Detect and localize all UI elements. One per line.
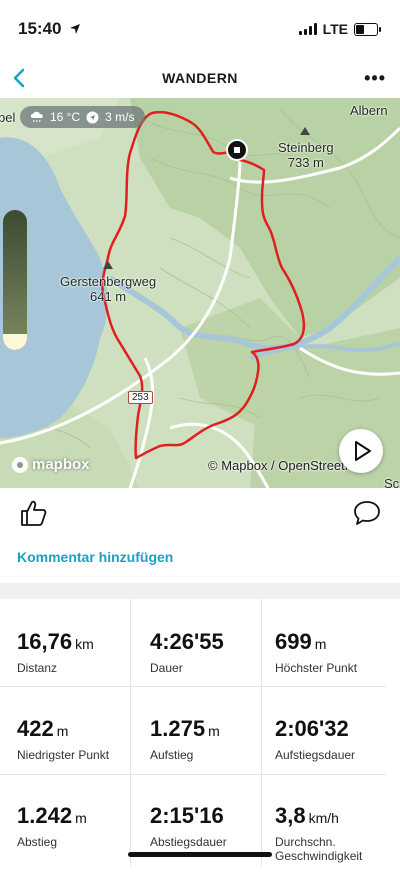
stat-label: Höchster Punkt (275, 661, 358, 675)
stat-number: 1.275 (150, 716, 206, 741)
signal-icon (298, 23, 317, 35)
stat-label: Aufstieg (150, 748, 194, 762)
section-divider (0, 583, 400, 599)
map-label-albern: Albern (350, 103, 388, 118)
mapbox-logo-icon (12, 456, 28, 473)
stat-unit: m (208, 723, 220, 739)
stat-value: 2:06'32 (275, 716, 395, 742)
stat-lowest-point: 422 m Niedrigster Punkt (17, 716, 137, 804)
action-row (0, 488, 400, 536)
status-bar: 15:40 LTE (0, 0, 400, 58)
stat-value: 2:15'16 (150, 803, 270, 829)
stat-unit: km (75, 636, 94, 652)
stat-unit: m (314, 636, 327, 652)
play-icon (355, 441, 371, 461)
stat-value: 422 m (17, 716, 137, 742)
stat-descent-duration: 2:15'16 Abstiegsdauer (150, 803, 270, 891)
stat-unit: km/h (308, 810, 339, 826)
stat-value: 1.275 m (150, 716, 270, 742)
wind-direction-icon (86, 111, 99, 123)
stat-label: Distanz (17, 661, 58, 675)
status-time: 15:40 (18, 19, 81, 39)
stats-grid: 16,76 km Distanz 4:26'55 Dauer 699 m Höchs… (0, 599, 400, 866)
stat-label: Abstiegsdauer (150, 835, 227, 849)
stat-number: 4:26'55 (150, 629, 224, 654)
status-indicators: LTE (298, 21, 381, 37)
stat-number: 1.242 (17, 803, 73, 828)
battery-icon (354, 22, 381, 36)
add-comment-link[interactable]: Kommentar hinzufügen (17, 549, 173, 565)
road-number-badge: 253 (128, 391, 153, 404)
stat-label: Durchschn. Geschwindigkeit (275, 835, 363, 863)
stat-number: 16,76 (17, 629, 73, 654)
stat-label: Aufstiegsdauer (275, 748, 356, 762)
cloud-rain-icon (30, 111, 43, 123)
stat-average-speed: 3,8 km/h Durchschn. Geschwindigkeit (275, 803, 390, 891)
stat-highest-point: 699 m Höchster Punkt (275, 629, 395, 717)
stat-descent: 1.242 m Abstieg (17, 803, 137, 891)
map-label-steinberg: Steinberg 733 m (278, 140, 334, 170)
stat-unit: m (75, 810, 87, 826)
stat-number: 2:06'32 (275, 716, 349, 741)
weather-temperature: 16 °C (50, 110, 81, 124)
stat-number: 3,8 (275, 803, 306, 828)
thumbs-up-icon[interactable] (18, 498, 48, 528)
stat-duration: 4:26'55 Dauer (150, 629, 270, 717)
map-label-top-left: bel (0, 110, 16, 125)
stat-value: 1.242 m (17, 803, 137, 829)
stat-distance: 16,76 km Distanz (17, 629, 137, 717)
stat-number: 2:15'16 (150, 803, 224, 828)
more-options-button[interactable]: ••• (364, 68, 386, 89)
stat-value: 16,76 km (17, 629, 137, 655)
weather-wind: 3 m/s (105, 110, 135, 124)
play-route-button[interactable] (339, 429, 383, 473)
location-arrow-icon (70, 24, 81, 34)
zoom-slider[interactable] (3, 210, 27, 350)
map-label-bottom-right: Sc (384, 476, 400, 488)
stat-ascent-duration: 2:06'32 Aufstiegsdauer (275, 716, 395, 804)
stat-ascent: 1.275 m Aufstieg (150, 716, 270, 804)
stat-number: 422 (17, 716, 54, 741)
mapbox-logo: mapbox (12, 456, 90, 473)
home-indicator[interactable] (128, 852, 272, 857)
stat-unit: m (56, 723, 69, 739)
network-label: LTE (322, 21, 348, 37)
status-time-text: 15:40 (18, 19, 62, 38)
mapbox-logo-text: mapbox (32, 456, 90, 473)
weather-badge: 16 °C 3 m/s (20, 106, 145, 128)
stat-label: Abstieg (17, 835, 58, 849)
stat-label: Niedrigster Punkt (17, 748, 110, 762)
comment-icon[interactable] (352, 498, 382, 528)
route-end-marker-icon (226, 139, 248, 161)
map-label-gerstenbergweg: Gerstenbergweg 641 m (60, 274, 157, 304)
stat-label: Dauer (150, 661, 183, 675)
stat-number: 699 (275, 629, 312, 654)
stat-value: 4:26'55 (150, 629, 270, 655)
stat-value: 699 m (275, 629, 395, 655)
stat-value: 3,8 km/h (275, 803, 390, 829)
nav-header: WANDERN ••• (0, 58, 400, 98)
page-title: WANDERN (162, 70, 238, 86)
